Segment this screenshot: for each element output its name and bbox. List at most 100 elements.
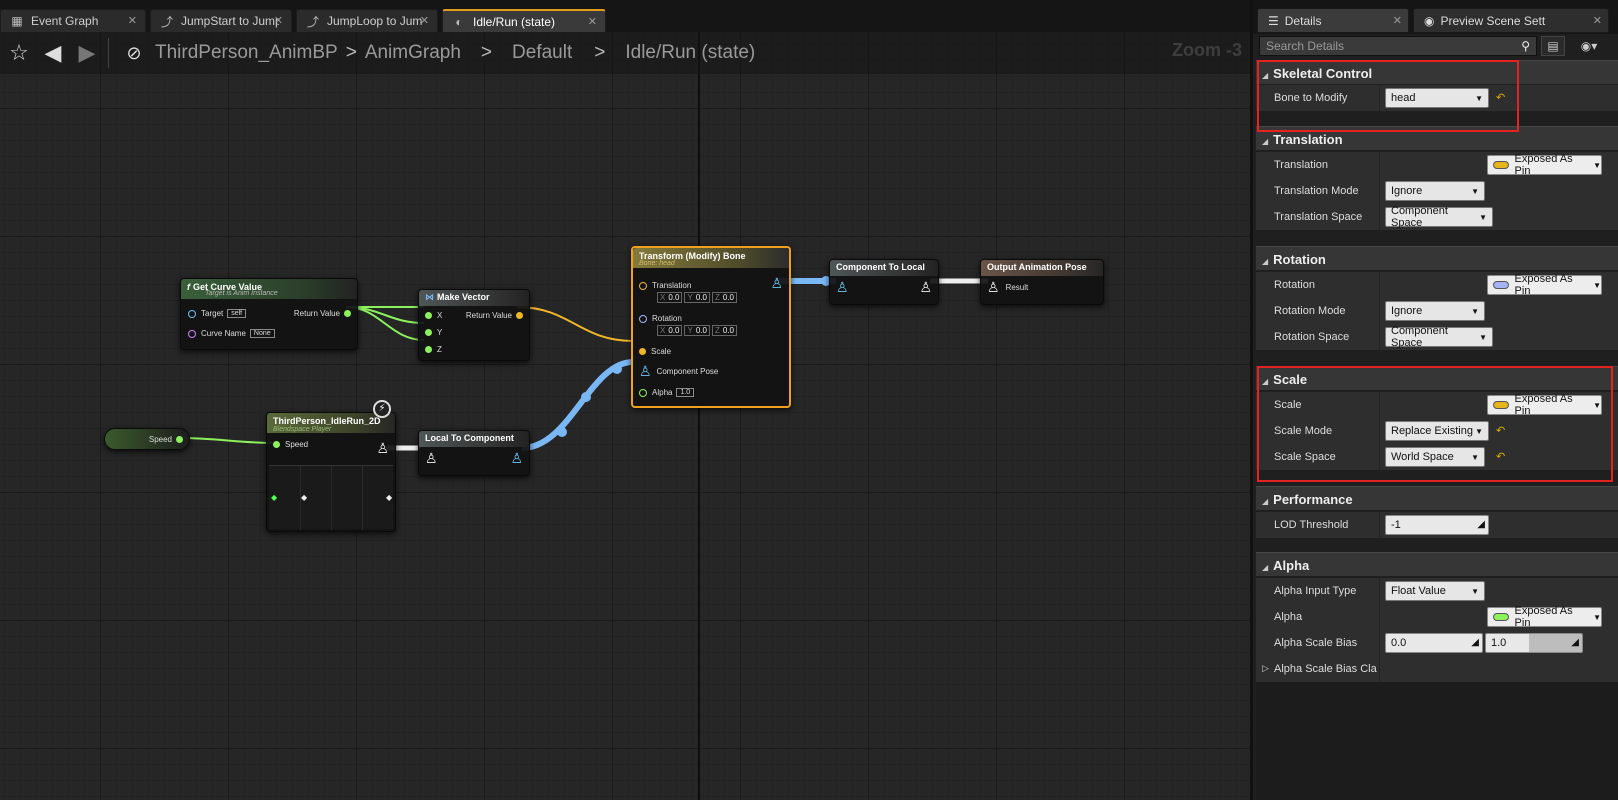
row-rotation-space: Rotation Space Component Space ▼	[1256, 324, 1618, 350]
breadcrumb-idle-run[interactable]: Idle/Run (state)	[625, 42, 755, 64]
translation-mode-dropdown[interactable]: Ignore ▼	[1385, 181, 1485, 201]
tab-event-graph[interactable]: ▦ Event Graph ✕	[0, 9, 146, 32]
close-icon[interactable]: ✕	[1393, 14, 1402, 27]
lod-threshold-input[interactable]: -1 ◢	[1385, 515, 1489, 535]
zoom-level: Zoom -3	[1172, 40, 1242, 60]
pin-component-out[interactable]: ♙	[510, 451, 523, 465]
row-alpha-input-type: Alpha Input Type Float Value ▼	[1256, 578, 1618, 604]
state-icon: ⊘	[126, 42, 142, 63]
pin-local-in[interactable]: ♙	[425, 451, 438, 465]
alpha-input-type-dropdown[interactable]: Float Value ▼	[1385, 581, 1485, 601]
row-alpha-scale-bias: Alpha Scale Bias 0.0 ◢ 1.0 ◢	[1256, 630, 1618, 656]
node-make-vector[interactable]: ⋈ Make Vector X Y Z Return Value	[418, 289, 530, 361]
breadcrumb-animbp[interactable]: ThirdPerson_AnimBP	[155, 42, 338, 64]
pose-pin-icon: ♙	[510, 450, 523, 466]
node-blendspace-player[interactable]: ThirdPerson_IdleRun_2D Blendspace Player…	[266, 400, 396, 532]
translation-pin-dropdown[interactable]: Exposed As Pin ▼	[1487, 153, 1602, 177]
pose-pin-icon: ♙	[919, 279, 932, 295]
row-translation-space: Translation Space Component Space ▼	[1256, 204, 1618, 230]
row-translation-mode: Translation Mode Ignore ▼	[1256, 178, 1618, 204]
breadcrumb-animgraph[interactable]: AnimGraph	[365, 42, 461, 64]
view-options-eye-icon[interactable]: ◉▾	[1569, 36, 1609, 56]
pin-vector-return[interactable]: Return Value	[466, 311, 523, 320]
pin-alpha[interactable]: Alpha 1.0	[639, 388, 695, 397]
pin-type-icon	[1493, 161, 1509, 169]
search-icon: ⚲	[1521, 39, 1530, 53]
pin-component-pose[interactable]: ♙ Component Pose	[639, 364, 718, 378]
alpha-scale-bias-max-input[interactable]: 1.0 ◢	[1485, 633, 1583, 653]
expand-arrow-icon[interactable]: ▷	[1262, 663, 1269, 674]
tab-details[interactable]: ☰ Details ✕	[1257, 8, 1409, 33]
close-icon[interactable]: ✕	[420, 14, 429, 27]
tab-preview-scene-settings[interactable]: ◉ Preview Scene Sett ✕	[1413, 8, 1609, 33]
pin-x[interactable]: X	[425, 311, 442, 320]
pin-translation[interactable]: Translation	[639, 281, 691, 290]
translation-space-dropdown[interactable]: Component Space ▼	[1385, 205, 1493, 229]
pose-pin-icon: ♙	[639, 363, 652, 379]
tab-jumpstart-to-jump[interactable]: ⤴ JumpStart to Jump ✕	[150, 9, 292, 32]
pin-scale[interactable]: Scale	[639, 347, 671, 356]
pin-pose-out[interactable]: ♙	[770, 276, 783, 290]
pin-z[interactable]: Z	[425, 345, 442, 354]
event-graph-icon: ▦	[11, 14, 23, 28]
pose-pin-icon: ♙	[987, 279, 1000, 295]
fast-path-icon: ⚡	[373, 400, 391, 418]
graph-wires	[177, 276, 988, 451]
node-get-curve-value[interactable]: f Get Curve Value Target is Anim Instance…	[180, 278, 358, 350]
rotation-values[interactable]: X 0.0 Y 0.0 Z 0.0	[657, 325, 739, 336]
translation-values[interactable]: X 0.0 Y 0.0 Z 0.0	[657, 292, 739, 303]
tab-idle-run-state[interactable]: ◐ Idle/Run (state) ✕	[442, 9, 606, 32]
rotation-space-dropdown[interactable]: Component Space ▼	[1385, 325, 1493, 349]
breadcrumb-default[interactable]: Default	[512, 42, 572, 64]
pin-curve-name[interactable]: Curve Name None	[188, 329, 275, 338]
details-panel: ☰ Details ✕ ◉ Preview Scene Sett ✕ Search …	[1250, 0, 1618, 800]
anim-graph-canvas[interactable]: ☆ ◀ ▶ ⊘ ThirdPerson_AnimBP > AnimGraph >…	[0, 32, 1250, 800]
transition-icon: ⤴	[306, 14, 319, 29]
property-matrix-icon[interactable]: ▤	[1541, 36, 1565, 56]
pin-speed[interactable]: Speed	[273, 440, 308, 449]
node-local-to-component[interactable]: Local To Component ♙ ♙	[418, 430, 530, 476]
search-details-input[interactable]: Search Details ⚲	[1259, 36, 1537, 56]
row-alpha: Alpha Exposed As Pin ▼	[1256, 604, 1618, 630]
pin-component-in[interactable]: ♙	[836, 280, 849, 294]
pose-pin-icon: ♙	[836, 279, 849, 295]
pin-target[interactable]: Target self	[188, 309, 247, 318]
vector-icon: ⋈	[425, 292, 434, 302]
close-icon[interactable]: ✕	[1593, 14, 1602, 27]
graph-toolbar: ☆ ◀ ▶ ⊘ ThirdPerson_AnimBP > AnimGraph >…	[0, 32, 1250, 74]
pin-y[interactable]: Y	[425, 328, 442, 337]
pin-local-out[interactable]: ♙	[919, 280, 932, 294]
close-icon[interactable]: ✕	[588, 15, 597, 28]
bookmark-star-icon[interactable]: ☆	[4, 38, 34, 68]
tab-jumploop-to-jump[interactable]: ⤴ JumpLoop to Jum ✕	[296, 9, 438, 32]
node-component-to-local[interactable]: Component To Local ♙ ♙	[829, 259, 939, 305]
preview-scene-icon: ◉	[1424, 13, 1435, 28]
pin-result[interactable]: ♙ Result	[987, 280, 1028, 294]
pose-pin-icon: ♙	[425, 450, 438, 466]
node-transform-modify-bone[interactable]: Transform (Modify) Bone Bone: head Trans…	[631, 246, 791, 408]
alpha-scale-bias-min-input[interactable]: 0.0 ◢	[1385, 633, 1483, 653]
pin-rotation[interactable]: Rotation	[639, 314, 682, 323]
pose-pin-icon: ♙	[376, 440, 389, 456]
row-rotation-mode: Rotation Mode Ignore ▼	[1256, 298, 1618, 324]
node-output-animation-pose[interactable]: Output Animation Pose ♙ Result	[980, 259, 1104, 305]
alpha-pin-dropdown[interactable]: Exposed As Pin ▼	[1487, 605, 1602, 629]
rotation-pin-dropdown[interactable]: Exposed As Pin ▼	[1487, 273, 1602, 297]
blendspace-preview-grid: ◆ ◆ ◆	[269, 465, 393, 530]
close-icon[interactable]: ✕	[274, 14, 283, 27]
category-alpha[interactable]: ◢ Alpha	[1256, 552, 1618, 576]
graph-origin-line	[698, 32, 700, 800]
row-alpha-scale-bias-clamp[interactable]: ▷ Alpha Scale Bias Cla	[1256, 656, 1618, 682]
category-rotation[interactable]: ◢ Rotation	[1256, 246, 1618, 270]
forward-arrow-icon[interactable]: ▶	[72, 38, 102, 68]
back-arrow-icon[interactable]: ◀	[38, 38, 68, 68]
row-rotation: Rotation Exposed As Pin ▼	[1256, 272, 1618, 298]
close-icon[interactable]: ✕	[128, 14, 137, 27]
pin-blendspace-pose-out[interactable]: ♙	[376, 441, 389, 455]
rotation-mode-dropdown[interactable]: Ignore ▼	[1385, 301, 1485, 321]
pin-return-value[interactable]: Return Value	[294, 309, 351, 318]
category-performance[interactable]: ◢ Performance	[1256, 486, 1618, 510]
state-icon: ◐	[455, 14, 463, 29]
function-icon: f	[187, 282, 190, 292]
node-speed-variable[interactable]: Speed	[104, 428, 190, 450]
